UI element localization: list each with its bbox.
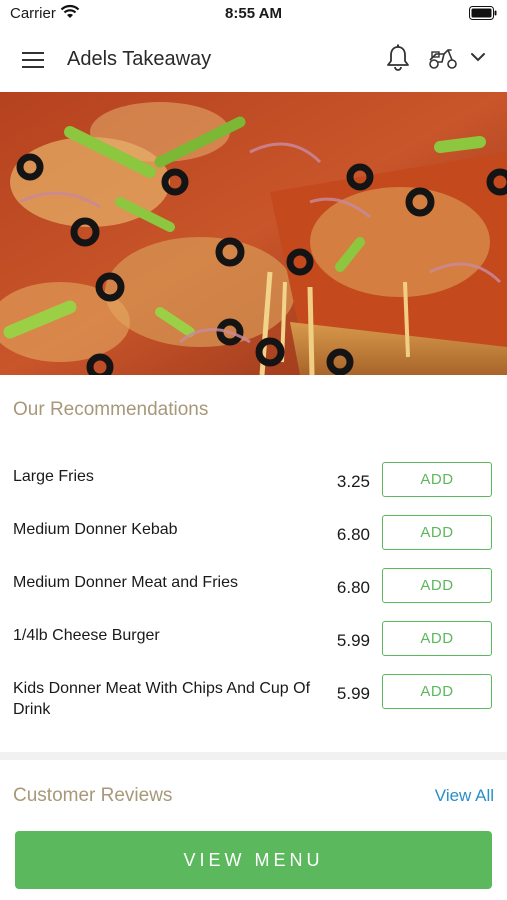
scooter-icon[interactable] [428, 46, 458, 75]
status-bar: Carrier 8:55 AM [0, 0, 507, 28]
add-button[interactable]: ADD [382, 462, 492, 497]
hero-pizza-image [0, 92, 507, 375]
app-header: Adels Takeaway [0, 28, 507, 92]
item-name: Medium Donner Meat and Fries [13, 574, 238, 591]
item-name: 1/4lb Cheese Burger [13, 627, 160, 644]
item-price: 5.99 [336, 631, 370, 650]
add-button[interactable]: ADD [382, 674, 492, 709]
list-item: 1/4lb Cheese Burger 5.99 ADD [0, 621, 507, 678]
item-price: 3.25 [336, 472, 370, 491]
item-price: 5.99 [336, 684, 370, 703]
page-title: Adels Takeaway [67, 48, 212, 70]
hamburger-menu-icon[interactable] [22, 50, 46, 70]
item-name: Kids Donner Meat With Chips And Cup Of D… [13, 680, 311, 718]
item-name: Medium Donner Kebab [13, 521, 178, 538]
add-button[interactable]: ADD [382, 515, 492, 550]
chevron-down-icon[interactable] [470, 50, 486, 68]
add-button[interactable]: ADD [382, 621, 492, 656]
list-item: Medium Donner Meat and Fries 6.80 ADD [0, 568, 507, 625]
list-item: Medium Donner Kebab 6.80 ADD [0, 515, 507, 572]
recommendations-title: Our Recommendations [13, 399, 209, 420]
item-name: Large Fries [13, 468, 94, 485]
view-menu-button[interactable]: VIEW MENU [15, 831, 492, 889]
list-item: Large Fries 3.25 ADD [0, 462, 507, 519]
list-item: Kids Donner Meat With Chips And Cup Of D… [0, 674, 507, 731]
add-button[interactable]: ADD [382, 568, 492, 603]
clock: 8:55 AM [225, 5, 282, 22]
reviews-title: Customer Reviews [13, 785, 173, 806]
view-all-link[interactable]: View All [435, 786, 494, 806]
section-divider [0, 752, 507, 760]
battery-icon [469, 6, 497, 25]
item-price: 6.80 [336, 578, 370, 597]
item-price: 6.80 [336, 525, 370, 544]
bell-icon[interactable] [385, 44, 411, 77]
